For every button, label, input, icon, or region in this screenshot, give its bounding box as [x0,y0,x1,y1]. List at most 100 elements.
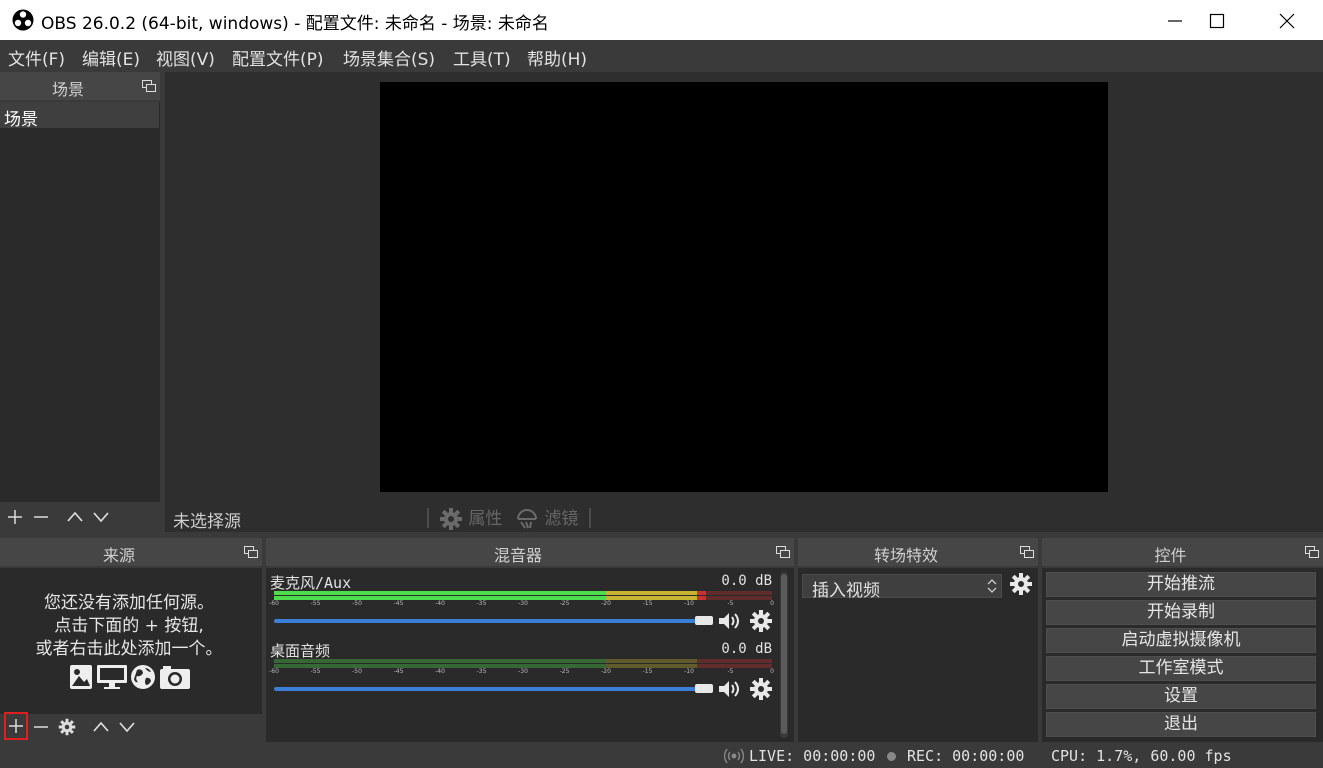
volume-meter [274,659,772,663]
separator [427,508,429,528]
speaker-icon [719,681,739,697]
separator [589,508,591,528]
volume-meter [274,591,772,595]
close-button[interactable] [1264,0,1310,40]
filters-button[interactable]: 滤镜 [515,504,578,530]
gear-icon [750,678,772,700]
undock-icon[interactable] [776,546,790,558]
minus-icon [34,726,48,728]
meter-scale-label: -60 [269,668,279,675]
preview-canvas[interactable] [380,82,1108,492]
scene-list-item[interactable]: 场景 [0,102,159,130]
move-scene-up-button[interactable] [64,504,86,530]
meter-scale-label: -50 [352,600,362,607]
meter-scale-label: 0 [770,668,774,675]
menu-profile[interactable]: 配置文件(P) [232,45,324,70]
properties-button[interactable]: 属性 [439,504,502,530]
chevron-up-icon [67,511,83,522]
mute-button[interactable] [718,611,742,631]
volume-slider[interactable] [274,684,713,693]
status-bar: LIVE: 00:00:00 REC: 00:00:00 CPU: 1.7%, … [0,742,1323,768]
scenes-dock-title: 场景 [51,80,84,99]
menu-tools[interactable]: 工具(T) [453,45,511,70]
audio-mixer: 麦克风/Aux 0.0 dB -60 -55 -50 -45 -40 -35 -30 -25-… [266,568,794,742]
start-virtual-camera-button[interactable]: 启动虚拟摄像机 [1046,628,1316,653]
meter-level [274,591,606,595]
channel-level: 0.0 dB [721,641,772,657]
filter-icon [517,509,537,529]
minus-icon [34,516,48,518]
volume-slider-knob[interactable] [695,616,713,625]
studio-mode-button[interactable]: 工作室模式 [1046,656,1316,681]
meter-scale-label: -55 [310,668,321,675]
start-recording-button[interactable]: 开始录制 [1046,600,1316,625]
channel-settings-button[interactable] [749,677,773,701]
start-streaming-button[interactable]: 开始推流 [1046,572,1316,597]
menu-scene-collection[interactable]: 场景集合(S) [343,45,435,70]
transitions-panel: 插入视频 [798,568,1038,742]
meter-zone [274,659,606,663]
window-title: OBS 26.0.2 (64-bit, windows) - 配置文件: 未命名… [41,14,549,34]
add-scene-button[interactable] [4,504,26,530]
menu-edit[interactable]: 编辑(E) [82,45,140,70]
broadcast-icon [724,748,744,764]
meter-scale-label: -40 [435,600,445,607]
meter-scale-label: -35 [476,600,487,607]
transition-settings-button[interactable] [1009,572,1033,596]
settings-button[interactable]: 设置 [1046,684,1316,709]
controls-dock-title: 控件 [1154,546,1187,565]
minimize-button[interactable] [1152,0,1198,40]
meter-scale-label: -35 [476,668,487,675]
meter-scale-label: -15 [642,668,653,675]
menu-view[interactable]: 视图(V) [156,45,215,70]
source-properties-button[interactable] [56,714,78,740]
transition-select[interactable]: 插入视频 [802,574,1002,601]
source-list[interactable]: 您还没有添加任何源。 点击下面的 + 按钮, 或者右击此处添加一个。 [0,568,262,714]
globe-icon [130,664,156,690]
monitor-icon [96,664,128,690]
exit-button[interactable]: 退出 [1046,712,1316,737]
transitions-dock-title: 转场特效 [873,546,938,565]
title-bar: OBS 26.0.2 (64-bit, windows) - 配置文件: 未命名… [0,0,1323,40]
meter-scale: -60 -55 -50 -45 -40 -35 -30 -25 -20 -15 -10 -5 0 [269,600,774,610]
move-scene-down-button[interactable] [90,504,112,530]
meter-level [697,591,706,595]
menu-file[interactable]: 文件(F) [8,45,65,70]
scrollbar-thumb[interactable] [781,574,787,734]
meter-scale-label: -45 [393,668,404,675]
undock-icon[interactable] [142,80,156,92]
volume-slider[interactable] [274,616,713,625]
scene-list[interactable]: 场景 [0,102,160,502]
move-source-up-button[interactable] [90,714,112,740]
add-source-button[interactable] [4,712,28,740]
meter-level [606,591,698,595]
undock-icon[interactable] [244,546,258,558]
image-icon [69,664,93,690]
empty-sources-line: 或者右击此处添加一个。 [35,639,223,659]
meter-zone [697,591,772,595]
meter-scale-label: -45 [393,600,404,607]
maximize-button[interactable] [1194,0,1240,40]
mixer-scrollbar[interactable] [780,572,788,738]
gear-icon [440,508,462,530]
gear-icon [750,610,772,632]
plus-icon [9,719,23,733]
undock-icon[interactable] [1305,546,1319,558]
meter-scale-label: -5 [727,600,734,607]
remove-scene-button[interactable] [30,504,52,530]
spinner-arrows-icon [987,579,997,593]
mixer-dock-header: 混音器 [266,538,794,566]
mute-button[interactable] [718,679,742,699]
rec-timer: REC: 00:00:00 [907,747,1025,765]
remove-source-button[interactable] [30,714,52,740]
move-source-down-button[interactable] [116,714,138,740]
menu-help[interactable]: 帮助(H) [527,45,587,70]
chevron-down-icon [93,512,109,523]
meter-scale-label: 0 [770,600,774,607]
gear-icon [1010,573,1032,595]
channel-settings-button[interactable] [749,609,773,633]
meter-scale-label: -30 [518,668,528,675]
undock-icon[interactable] [1020,546,1034,558]
volume-slider-knob[interactable] [695,684,713,693]
channel-name: 麦克风/Aux [270,574,352,592]
